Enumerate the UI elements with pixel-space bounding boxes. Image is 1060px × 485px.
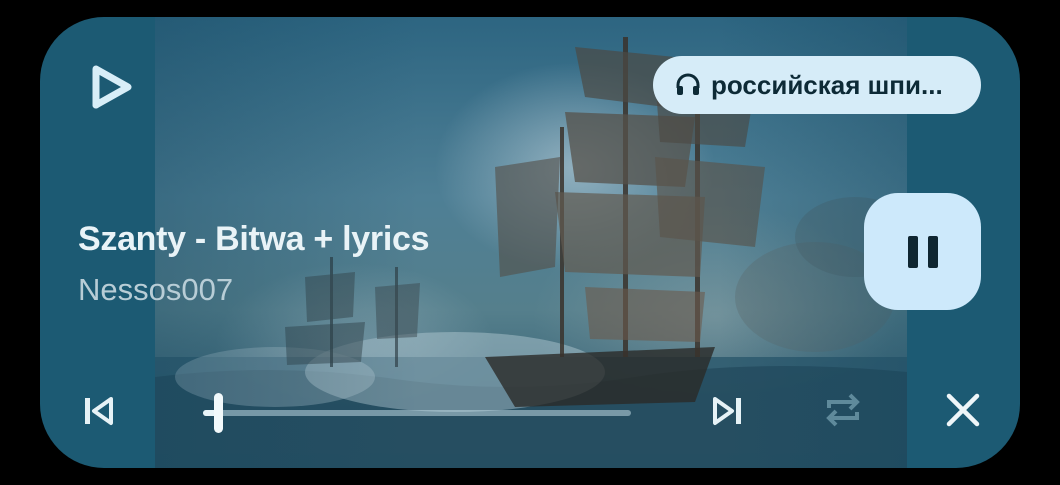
track-title: Szanty - Bitwa + lyrics: [78, 220, 430, 258]
output-source-chip[interactable]: российская шпи...: [653, 56, 981, 114]
pause-icon: [907, 235, 938, 268]
media-player-card[interactable]: российская шпи... Szanty - Bitwa + lyric…: [40, 17, 1020, 468]
skip-next-icon: [713, 397, 741, 425]
close-icon: [946, 393, 980, 427]
app-logo-icon: [92, 65, 132, 109]
seek-bar-thumb[interactable]: [213, 393, 223, 433]
next-track-button[interactable]: [706, 389, 750, 433]
seek-bar[interactable]: [203, 393, 631, 433]
repeat-button[interactable]: [818, 385, 868, 435]
previous-track-button[interactable]: [76, 389, 120, 433]
repeat-icon: [826, 393, 860, 427]
skip-previous-icon: [85, 397, 113, 425]
close-button[interactable]: [940, 387, 986, 433]
output-source-label: российская шпи...: [711, 69, 943, 100]
track-artist: Nessos007: [78, 272, 234, 307]
headphones-icon: [676, 73, 700, 95]
pause-button[interactable]: [864, 193, 981, 310]
